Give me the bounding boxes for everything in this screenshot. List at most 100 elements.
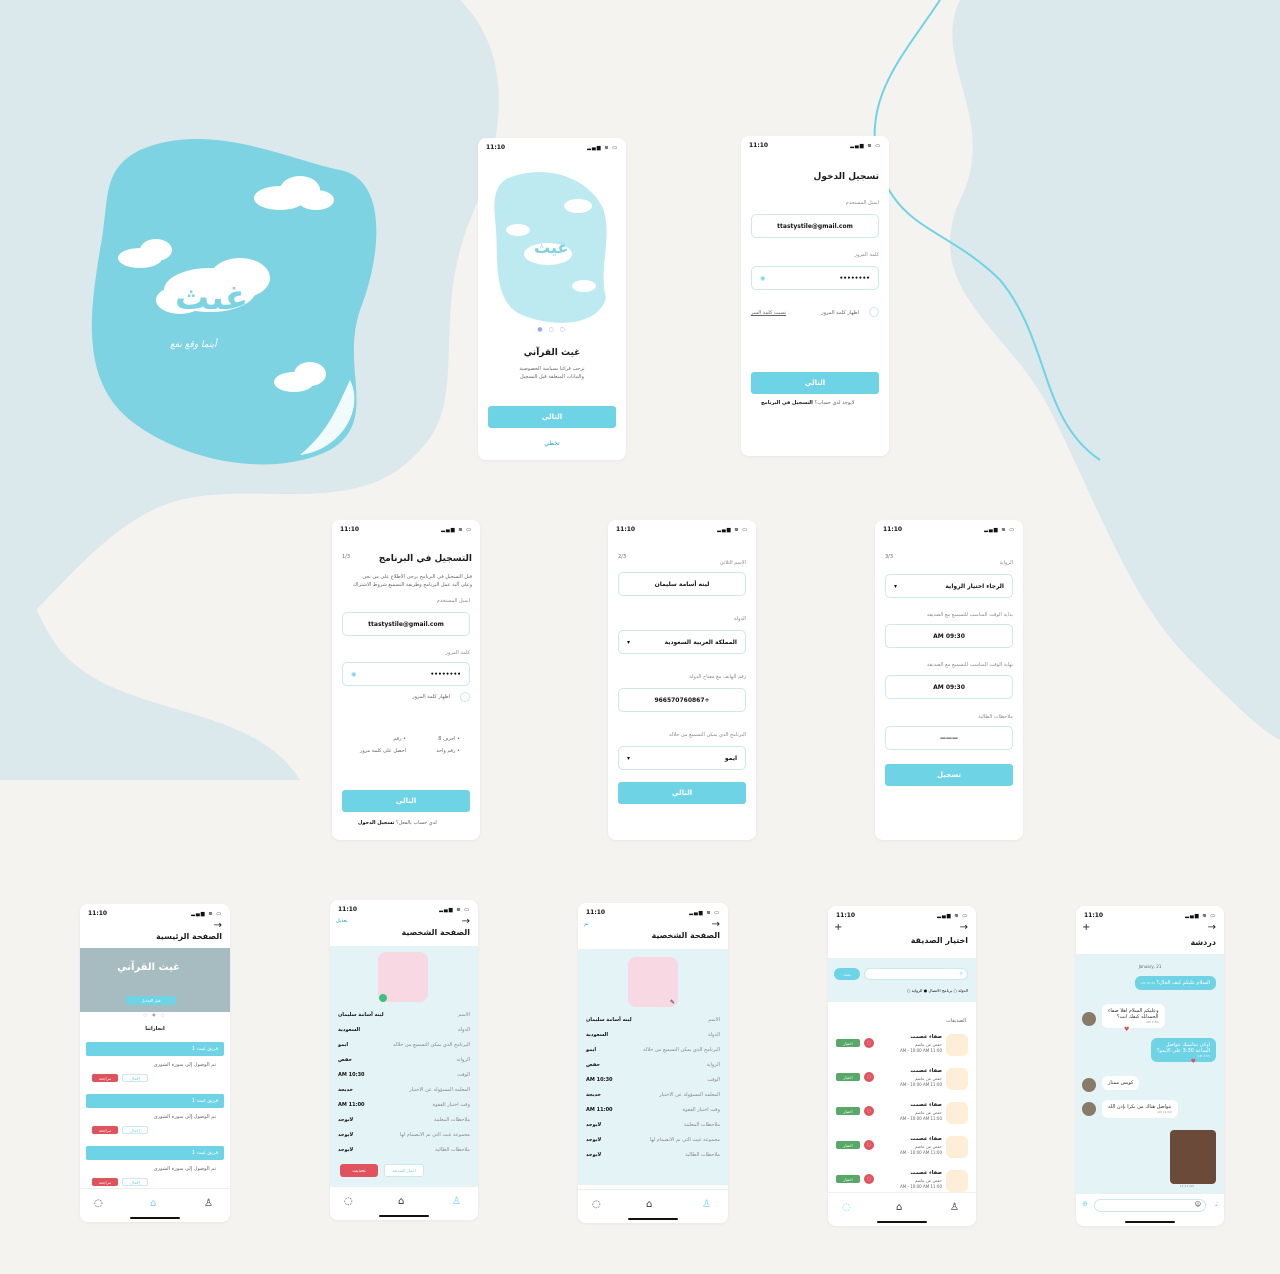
choose-button[interactable]: اختيار bbox=[836, 1141, 860, 1149]
show-password-checkbox[interactable] bbox=[869, 307, 879, 317]
email-field[interactable]: ttastystile@gmail.com bbox=[342, 612, 470, 636]
page-title: دردشة bbox=[1190, 938, 1216, 947]
filter-app[interactable]: برنامج الاتصال bbox=[928, 988, 952, 993]
eye-icon[interactable]: ◉ bbox=[760, 275, 765, 282]
chat-bubble-icon[interactable]: ◌ bbox=[864, 1072, 874, 1082]
message-1-text: السلام عليكم كيف الحال؟ bbox=[1156, 980, 1210, 986]
home-tab-icon[interactable]: ⌂ bbox=[896, 1202, 902, 1213]
end-time-field[interactable]: 09:30 AM bbox=[885, 675, 1013, 699]
edit-link[interactable]: تعديل bbox=[336, 918, 348, 924]
search-input[interactable]: ⌕ bbox=[864, 968, 968, 980]
start-time-field[interactable]: 09:30 AM bbox=[885, 624, 1013, 648]
profile-tab-icon[interactable]: ♙ bbox=[452, 1196, 461, 1207]
section-title: الصديقات bbox=[945, 1018, 966, 1024]
chat-tab-icon[interactable]: ◌ bbox=[592, 1199, 601, 1210]
profile-row-key: مجموعة غيث التي تم الانضمام لها bbox=[399, 1132, 470, 1138]
profile-row-value: لايوجد bbox=[338, 1147, 354, 1153]
password-value: •••••••• bbox=[430, 670, 461, 678]
next-button[interactable]: التالي bbox=[488, 406, 616, 428]
profile-row: وقت اختبار القفوة 11:00 AM bbox=[586, 1107, 720, 1121]
profile-row: الرواية حفص bbox=[338, 1057, 470, 1071]
chat-tab-icon[interactable]: ◌ bbox=[344, 1196, 353, 1207]
profile-row-value: لايوجد bbox=[586, 1137, 602, 1143]
plus-attach-icon[interactable]: ⊕ bbox=[1082, 1200, 1088, 1208]
next-button[interactable]: التالي bbox=[342, 790, 470, 812]
show-password-checkbox[interactable] bbox=[460, 692, 470, 702]
banner-button[interactable]: قبل التعديل bbox=[126, 996, 176, 1005]
complete-button[interactable]: إكمال bbox=[122, 1126, 148, 1134]
profile-tab-icon[interactable]: ♙ bbox=[204, 1198, 213, 1209]
profile-tab-icon[interactable]: ♙ bbox=[702, 1199, 711, 1210]
home-banner: غيث القرآني قبل التعديل bbox=[80, 948, 230, 1012]
mic-icon[interactable]: ♩ bbox=[1215, 1200, 1218, 1208]
banner-indicator: ○ ● ○ bbox=[143, 1012, 167, 1017]
search-button[interactable]: بحث bbox=[834, 968, 860, 980]
country-select[interactable]: المملكة العربية السعودية ▾ bbox=[618, 630, 746, 654]
edit-avatar-icon[interactable]: ✎ bbox=[670, 999, 675, 1006]
status-time: 11:10 bbox=[883, 526, 903, 533]
friend-name: صفاء عصمت bbox=[910, 1136, 942, 1142]
review-button[interactable]: مراجعة bbox=[92, 1074, 118, 1082]
chat-tab-icon[interactable]: ◌ bbox=[94, 1198, 103, 1209]
skip-link[interactable]: تخطي bbox=[478, 440, 626, 447]
done-link[interactable]: تم bbox=[584, 921, 589, 927]
add-icon[interactable]: + bbox=[834, 922, 842, 933]
choose-button[interactable]: اختيار bbox=[836, 1039, 860, 1047]
cake-image[interactable] bbox=[1170, 1130, 1216, 1184]
riwaya-select[interactable]: الرجاء اختيار الرواية ▾ bbox=[885, 574, 1013, 598]
complete-button[interactable]: إكمال bbox=[122, 1074, 148, 1082]
home-tab-icon[interactable]: ⌂ bbox=[646, 1199, 652, 1210]
status-icons: ▂▄▆ ≋ ▭ bbox=[587, 145, 618, 151]
profile-row-value: لايوجد bbox=[586, 1152, 602, 1158]
back-arrow-icon[interactable]: → bbox=[214, 920, 222, 931]
name-field[interactable]: لينه أسامة سليمان bbox=[618, 572, 746, 596]
update-button[interactable]: تحديث bbox=[340, 1164, 378, 1177]
chat-tab-icon[interactable]: ◌ bbox=[842, 1202, 851, 1213]
filter-country[interactable]: الدولة bbox=[958, 988, 968, 993]
password-field[interactable]: •••••••• ◉ bbox=[751, 266, 879, 290]
profile-tab-icon[interactable]: ♙ bbox=[950, 1202, 959, 1213]
notes-field[interactable]: ——— bbox=[885, 726, 1013, 750]
home-tab-icon[interactable]: ⌂ bbox=[150, 1198, 156, 1209]
back-arrow-icon[interactable]: → bbox=[712, 919, 720, 930]
next-button[interactable]: التالي bbox=[618, 782, 746, 804]
password-field[interactable]: •••••••• ◉ bbox=[342, 662, 470, 686]
register-link[interactable]: التسجيل في البرنامج bbox=[761, 400, 813, 406]
filter-panel bbox=[828, 958, 976, 1002]
no-account-row: لايوجد لدي حساب؟ التسجيل في البرنامج bbox=[761, 400, 855, 406]
profile-row-key: الاسم bbox=[708, 1017, 720, 1023]
emoji-icon[interactable]: ☺ bbox=[1195, 1201, 1201, 1208]
email-field[interactable]: ttastystile@gmail.com bbox=[751, 214, 879, 238]
chat-bubble-icon[interactable]: ◌ bbox=[864, 1106, 874, 1116]
message-outgoing-1: السلام عليكم كيف الحال؟ 12:30 AM bbox=[1134, 976, 1216, 990]
login-link[interactable]: تسجيل الدخول bbox=[358, 820, 394, 826]
back-arrow-icon[interactable]: → bbox=[960, 922, 968, 933]
chat-bubble-icon[interactable]: ◌ bbox=[864, 1174, 874, 1184]
review-button[interactable]: مراجعة bbox=[92, 1126, 118, 1134]
add-icon[interactable]: + bbox=[1082, 922, 1090, 933]
email-label: ايميل المستخدم bbox=[845, 200, 879, 206]
choose-button[interactable]: اختيار bbox=[836, 1175, 860, 1183]
country-label: الدولة bbox=[733, 616, 746, 622]
eye-icon[interactable]: ◉ bbox=[351, 671, 356, 678]
home-tab-icon[interactable]: ⌂ bbox=[398, 1196, 404, 1207]
back-arrow-icon[interactable]: → bbox=[462, 916, 470, 927]
register-button[interactable]: تسجيل bbox=[885, 764, 1013, 786]
chat-bubble-icon[interactable]: ◌ bbox=[864, 1038, 874, 1048]
app-select[interactable]: ايمو ▾ bbox=[618, 746, 746, 770]
profile-row-value: حفص bbox=[586, 1062, 601, 1068]
filter-riwaya[interactable]: الرواية bbox=[912, 988, 923, 993]
choose-button[interactable]: اختيار bbox=[836, 1073, 860, 1081]
review-button[interactable]: مراجعة bbox=[92, 1178, 118, 1186]
choose-friend-button[interactable]: اختيار الصديقة bbox=[384, 1164, 424, 1177]
forgot-password-link[interactable]: نسيت كلمة السر bbox=[751, 310, 786, 316]
phone-field[interactable]: +966570760867 bbox=[618, 688, 746, 712]
back-arrow-icon[interactable]: → bbox=[1208, 922, 1216, 933]
page-title: الصفحة الرئيسية bbox=[155, 932, 222, 941]
password-rule-4: احصل على كلمة مرور bbox=[359, 748, 406, 754]
next-button[interactable]: التالي bbox=[751, 372, 879, 394]
chat-bubble-icon[interactable]: ◌ bbox=[864, 1140, 874, 1150]
choose-button[interactable]: اختيار bbox=[836, 1107, 860, 1115]
message-input[interactable]: ☺ bbox=[1094, 1199, 1206, 1212]
complete-button[interactable]: إكمال bbox=[122, 1178, 148, 1186]
